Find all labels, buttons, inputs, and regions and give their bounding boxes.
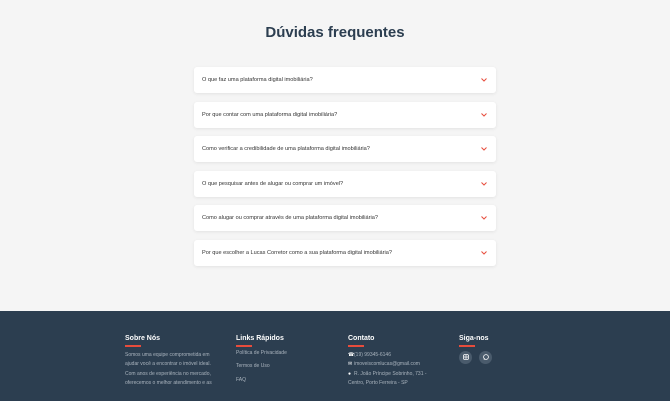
heading-underline <box>236 345 252 347</box>
chevron-down-icon <box>480 214 488 222</box>
footer-link-terms[interactable]: Termos de Uso <box>236 364 287 369</box>
faq-question: Como alugar ou comprar através de uma pl… <box>202 215 378 222</box>
faq-title: Dúvidas frequentes <box>265 24 405 41</box>
faq-question: O que pesquisar antes de alugar ou compr… <box>202 180 344 187</box>
chevron-down-icon <box>480 145 488 153</box>
contact-address-line1: R. João Príncipe Sobrinho, 731 - <box>354 370 427 377</box>
faq-item[interactable]: Como verificar a credibilidade de uma pl… <box>194 136 496 163</box>
contact-address-line2: Centro, Porto Ferreira - SP <box>348 380 408 386</box>
faq-section: Dúvidas frequentes O que faz uma platafo… <box>0 0 670 311</box>
faq-item[interactable]: O que pesquisar antes de alugar ou compr… <box>194 170 496 197</box>
footer-about-heading: Sobre Nós <box>125 335 161 342</box>
heading-underline <box>459 345 475 347</box>
heading-underline <box>348 345 364 347</box>
footer-about-line: Somos uma equipe comprometida em <box>125 351 210 358</box>
site-footer: Sobre Nós Somos uma equipe comprometida … <box>0 311 670 401</box>
footer-links-heading: Links Rápidos <box>236 335 284 342</box>
footer-social: Siga-nos <box>459 335 492 364</box>
footer-about: Sobre Nós Somos uma equipe comprometida … <box>125 335 212 389</box>
footer-contact-heading: Contato <box>348 335 375 342</box>
faq-list: O que faz uma plataforma digital imobili… <box>194 67 496 275</box>
instagram-icon[interactable] <box>459 350 472 364</box>
faq-question: O que faz uma plataforma digital imobili… <box>202 77 313 83</box>
contact-email[interactable]: ✉ imoveiscomlucas@gmail.com <box>348 360 427 370</box>
faq-item[interactable]: Por que contar com uma plataforma digita… <box>194 101 496 128</box>
contact-email-text: imoveiscomlucas@gmail.com <box>354 361 420 367</box>
chevron-down-icon <box>480 111 488 119</box>
faq-item[interactable]: Por que escolher a Lucas Corretor como a… <box>194 239 496 266</box>
contact-phone[interactable]: ☎ (19) 99345-6146 <box>348 351 427 361</box>
footer-link-faq[interactable]: FAQ <box>236 377 287 383</box>
footer-about-line: oferecemos o melhor atendimento e as <box>125 380 212 386</box>
footer-social-heading: Siga-nos <box>459 335 489 342</box>
footer-about-line: ajudar você a encontrar o imóvel ideal. <box>125 361 211 367</box>
contact-address: ● R. João Príncipe Sobrinho, 731 - <box>348 370 427 380</box>
contact-address-cont: Centro, Porto Ferreira - SP <box>348 379 427 389</box>
faq-question: Por que contar com uma plataforma digita… <box>202 111 338 118</box>
footer-links: Links Rápidos Política de Privacidade Te… <box>236 335 287 391</box>
social-icons <box>459 350 492 364</box>
faq-item[interactable]: O que faz uma plataforma digital imobili… <box>194 67 496 93</box>
faq-item[interactable]: Como alugar ou comprar através de uma pl… <box>194 205 496 232</box>
contact-phone-text: (19) 99345-6146 <box>354 351 391 358</box>
faq-question: Como verificar a credibilidade de uma pl… <box>202 146 370 153</box>
heading-underline <box>125 345 141 347</box>
chevron-down-icon <box>480 249 488 257</box>
footer-about-line: Com anos de experiência no mercado, <box>125 370 211 377</box>
chevron-down-icon <box>480 180 488 188</box>
whatsapp-icon[interactable] <box>479 350 492 364</box>
footer-contact: Contato ☎ (19) 99345-6146 ✉ imoveiscomlu… <box>348 335 427 389</box>
faq-question: Por que escolher a Lucas Corretor como a… <box>202 249 392 256</box>
chevron-down-icon <box>480 76 488 84</box>
footer-link-privacy[interactable]: Política de Privacidade <box>236 350 287 356</box>
